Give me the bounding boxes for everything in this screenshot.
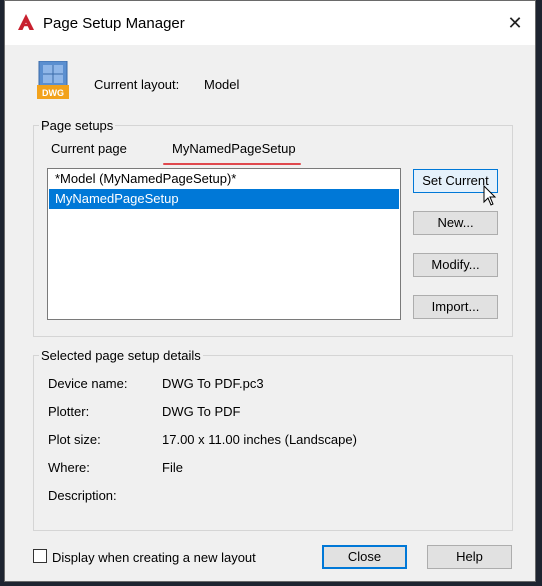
device-name-label: Device name:	[48, 376, 128, 391]
modify-button[interactable]: Modify...	[413, 253, 498, 277]
plotter-label: Plotter:	[48, 404, 90, 419]
close-button[interactable]: Close	[322, 545, 407, 569]
dwg-icon-label: DWG	[42, 88, 64, 98]
current-page-value: MyNamedPageSetup	[172, 141, 296, 156]
current-layout-label: Current layout:	[94, 77, 180, 92]
description-label: Description:	[48, 488, 117, 503]
where-value: File	[162, 460, 183, 475]
plot-size-label: Plot size:	[48, 432, 101, 447]
list-item-selected[interactable]: MyNamedPageSetup	[49, 189, 399, 209]
close-icon[interactable]: ✕	[503, 11, 527, 35]
list-item[interactable]: *Model (MyNamedPageSetup)*	[49, 169, 399, 189]
dialog-title: Page Setup Manager	[43, 15, 185, 32]
display-on-new-layout-checkbox[interactable]	[33, 549, 47, 563]
plotter-value: DWG To PDF	[162, 404, 241, 419]
mouse-pointer-icon	[483, 185, 497, 206]
dwg-file-icon: DWG	[37, 61, 69, 99]
plot-size-value: 17.00 x 11.00 inches (Landscape)	[162, 432, 357, 447]
page-setup-manager-dialog: Page Setup Manager ✕ DWG Current layout:…	[4, 0, 536, 582]
current-layout-value: Model	[204, 77, 240, 92]
title-bar: Page Setup Manager ✕	[5, 1, 535, 45]
page-setups-group-label: Page setups	[39, 118, 116, 133]
page-setups-list[interactable]: *Model (MyNamedPageSetup)* MyNamedPageSe…	[47, 168, 401, 320]
current-page-highlight-underline	[163, 163, 301, 165]
display-on-new-layout-label[interactable]: Display when creating a new layout	[52, 550, 256, 565]
details-group-label: Selected page setup details	[39, 348, 203, 363]
current-page-label: Current page	[51, 141, 127, 156]
new-button[interactable]: New...	[413, 211, 498, 235]
where-label: Where:	[48, 460, 90, 475]
autocad-logo-icon	[18, 14, 34, 30]
device-name-value: DWG To PDF.pc3	[162, 376, 264, 391]
import-button[interactable]: Import...	[413, 295, 498, 319]
help-button[interactable]: Help	[427, 545, 512, 569]
